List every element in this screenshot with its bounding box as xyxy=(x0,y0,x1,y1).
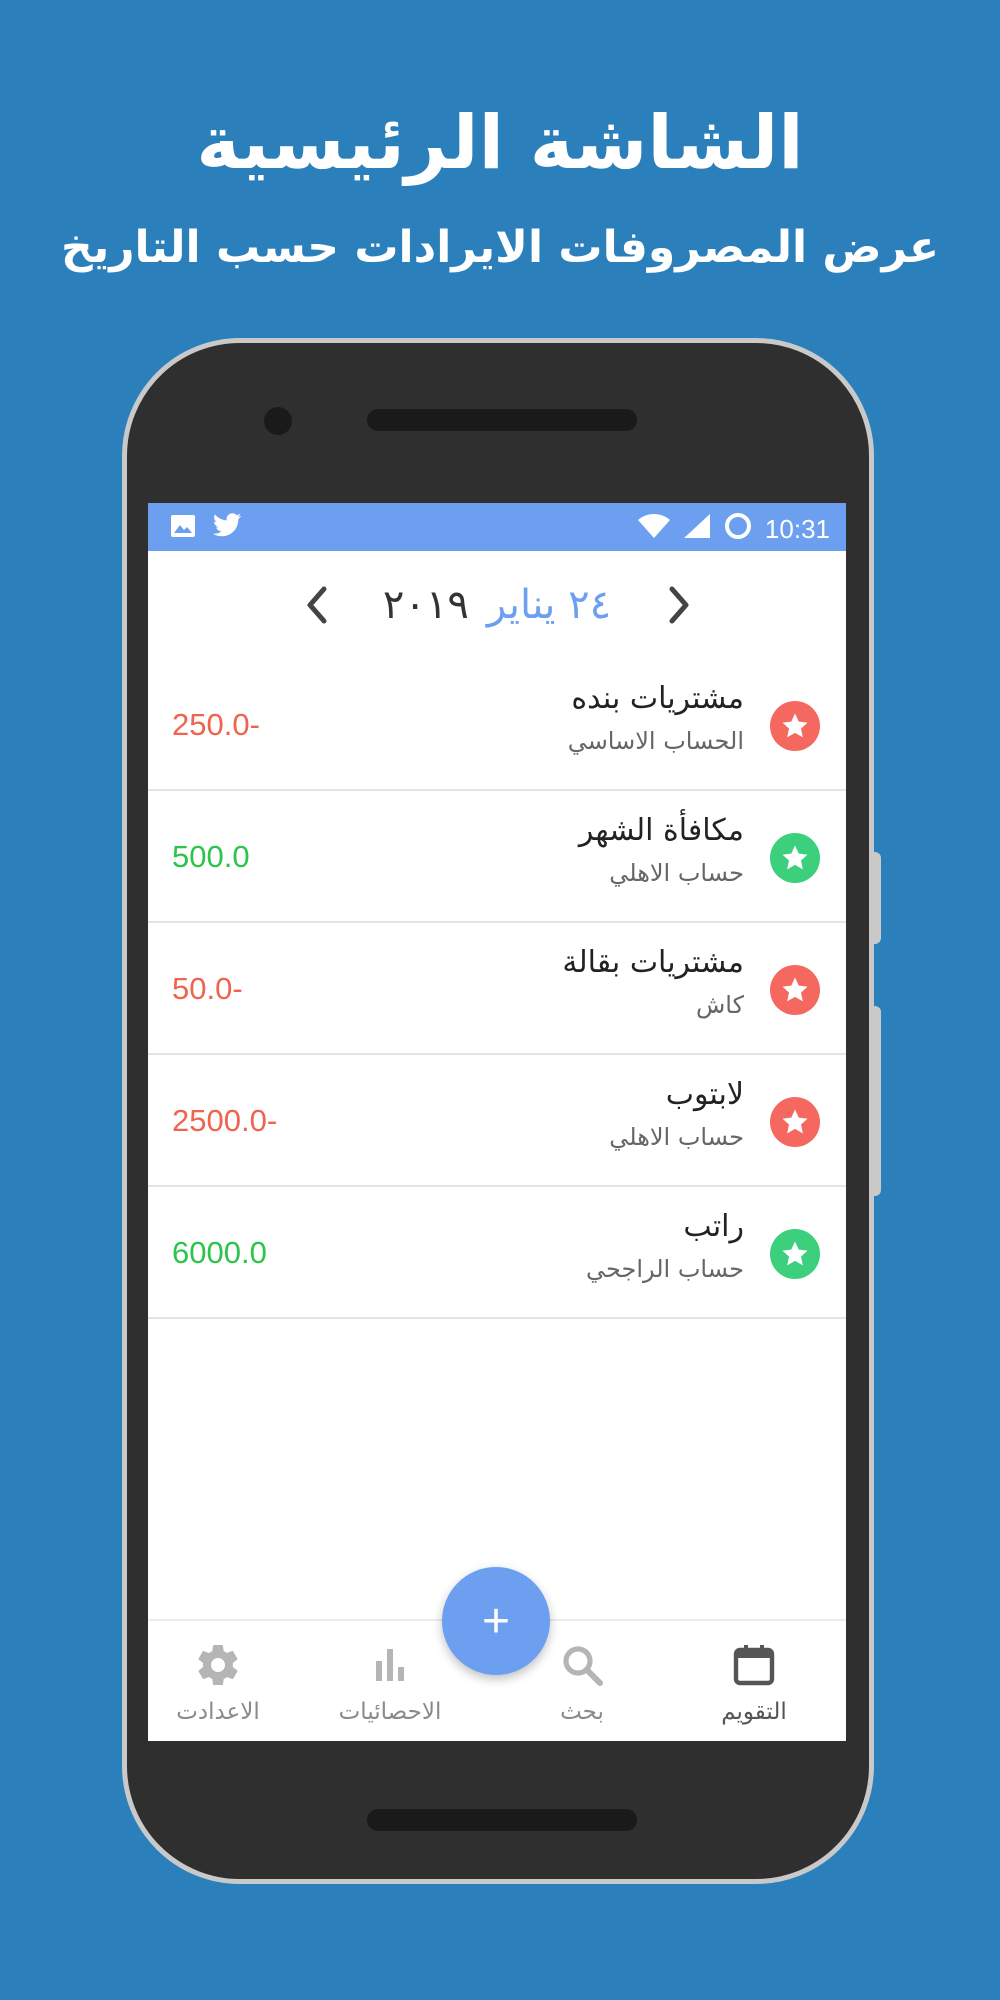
app-screen: 10:31 ٢٤ يناير ٢٠١٩ مشتريات بنده الحساب … xyxy=(148,503,846,1741)
transaction-account: حساب الراجحي xyxy=(585,1255,744,1283)
promo-subtitle: عرض المصروفات الايرادات حسب التاريخ xyxy=(60,222,940,273)
signal-icon xyxy=(683,513,711,546)
sync-icon xyxy=(723,511,753,548)
add-transaction-button[interactable]: + xyxy=(442,1567,550,1675)
date-year: ٢٠١٩ xyxy=(382,582,469,628)
front-camera xyxy=(264,407,292,435)
top-speaker xyxy=(367,409,637,431)
previous-date-button[interactable] xyxy=(296,585,336,625)
nav-settings-label: الاعدادت xyxy=(176,1699,260,1725)
nav-search-label: بحث xyxy=(560,1699,604,1725)
transaction-account: الحساب الاساسي xyxy=(567,727,744,755)
date-day-month: ٢٤ يناير xyxy=(486,582,612,628)
transaction-amount: 250.0- xyxy=(172,707,260,742)
transaction-row[interactable]: لابتوب حساب الاهلي 2500.0- xyxy=(148,1055,846,1187)
status-bar: 10:31 xyxy=(148,503,846,551)
transaction-amount: 500.0 xyxy=(172,839,250,874)
nav-settings[interactable]: الاعدادت xyxy=(148,1641,288,1725)
transaction-row[interactable]: مكافأة الشهر حساب الاهلي 500.0 xyxy=(148,791,846,923)
transaction-list: مشتريات بنده الحساب الاساسي 250.0- مكافأ… xyxy=(148,659,846,1319)
transaction-row[interactable]: راتب حساب الراجحي 6000.0 xyxy=(148,1187,846,1319)
star-icon xyxy=(770,1229,820,1279)
date-navigator: ٢٤ يناير ٢٠١٩ xyxy=(148,551,846,659)
gear-icon xyxy=(198,1645,238,1686)
nav-statistics-label: الاحصائيات xyxy=(338,1699,442,1725)
bar-chart-icon xyxy=(376,1649,404,1681)
chevron-left-icon xyxy=(307,586,327,624)
nav-calendar[interactable]: التقويم xyxy=(684,1641,824,1725)
nav-calendar-label: التقويم xyxy=(721,1699,787,1725)
transaction-row[interactable]: مشتريات بنده الحساب الاساسي 250.0- xyxy=(148,659,846,791)
next-date-button[interactable] xyxy=(660,585,700,625)
twitter-icon xyxy=(212,513,242,543)
current-date[interactable]: ٢٤ يناير ٢٠١٩ xyxy=(383,582,611,628)
transaction-row[interactable]: مشتريات بقالة كاش 50.0- xyxy=(148,923,846,1055)
transaction-account: حساب الاهلي xyxy=(609,859,744,887)
transaction-name: راتب xyxy=(683,1209,744,1244)
image-icon xyxy=(170,514,196,542)
chevron-right-icon xyxy=(669,586,689,624)
wifi-icon xyxy=(637,513,671,546)
star-icon xyxy=(770,833,820,883)
transaction-name: مشتريات بنده xyxy=(571,681,744,716)
promo-title: الشاشة الرئيسية xyxy=(196,100,804,186)
search-icon xyxy=(563,1646,603,1686)
transaction-name: مكافأة الشهر xyxy=(578,813,744,848)
calendar-icon xyxy=(733,1645,775,1686)
nav-statistics[interactable]: الاحصائيات xyxy=(320,1641,460,1725)
transaction-name: لابتوب xyxy=(665,1077,744,1112)
transaction-account: حساب الاهلي xyxy=(609,1123,744,1151)
transaction-amount: 2500.0- xyxy=(172,1103,278,1138)
star-icon xyxy=(770,1097,820,1147)
plus-icon: + xyxy=(481,1594,511,1648)
transaction-amount: 6000.0 xyxy=(172,1235,267,1270)
transaction-name: مشتريات بقالة xyxy=(562,945,744,980)
star-icon xyxy=(770,701,820,751)
bottom-speaker xyxy=(367,1809,637,1831)
star-icon xyxy=(770,965,820,1015)
status-time: 10:31 xyxy=(764,514,830,544)
transaction-account: كاش xyxy=(695,991,744,1019)
transaction-amount: 50.0- xyxy=(172,971,243,1006)
